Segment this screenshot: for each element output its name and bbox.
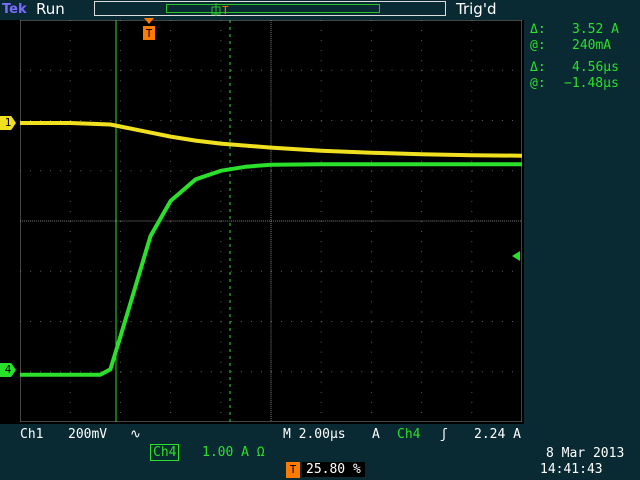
- waveform-display[interactable]: [20, 20, 522, 422]
- date-readout: 8 Mar 2013: [546, 446, 625, 461]
- record-trigger-marker-icon: T: [211, 3, 229, 17]
- brand-logo: Tek: [2, 2, 27, 17]
- time-readout: 14:41:43: [540, 462, 603, 477]
- time-at-value: −1.48µs: [564, 76, 619, 91]
- ch1-ground-marker[interactable]: 1: [0, 116, 16, 130]
- ch4-label-box[interactable]: Ch4: [150, 444, 180, 461]
- ch1-scale[interactable]: 200mV: [68, 427, 107, 442]
- horizontal-scale[interactable]: M 2.00µs: [283, 427, 346, 442]
- trigger-level[interactable]: 2.24 A: [474, 427, 521, 442]
- trigger-status-label: Trig'd: [456, 0, 497, 18]
- trigger-level-arrow-icon[interactable]: [510, 251, 520, 261]
- amp-delta-value: 3.52 A: [572, 22, 619, 37]
- time-delta-symbol: Δ:: [530, 60, 546, 75]
- amp-at-symbol: @:: [530, 38, 546, 53]
- ch4-scale[interactable]: 1.00 A Ω: [202, 445, 265, 460]
- trigger-slope-icon: ʃ: [440, 427, 448, 442]
- graticule-grid: [20, 20, 522, 422]
- trigger-channel[interactable]: Ch4: [397, 427, 420, 442]
- time-at-symbol: @:: [530, 76, 546, 91]
- trigger-position-icon[interactable]: T: [142, 18, 156, 42]
- ch1-coupling-icon: ∿: [130, 427, 141, 442]
- ch1-label: Ch1: [20, 427, 44, 442]
- ch4-ground-marker[interactable]: 4: [0, 363, 16, 377]
- trigger-marker-letter: T: [146, 27, 153, 40]
- trigger-position-box-icon: T: [286, 462, 300, 478]
- amp-at-value: 240mA: [572, 38, 612, 53]
- time-delta-value: 4.56µs: [572, 60, 619, 75]
- run-state-label: Run: [36, 0, 65, 18]
- svg-text:T: T: [222, 4, 229, 17]
- trigger-source-label: A: [372, 427, 380, 442]
- record-view-window[interactable]: [166, 4, 380, 13]
- trigger-position-value[interactable]: 25.80 %: [302, 462, 365, 477]
- amp-delta-symbol: Δ:: [530, 22, 546, 37]
